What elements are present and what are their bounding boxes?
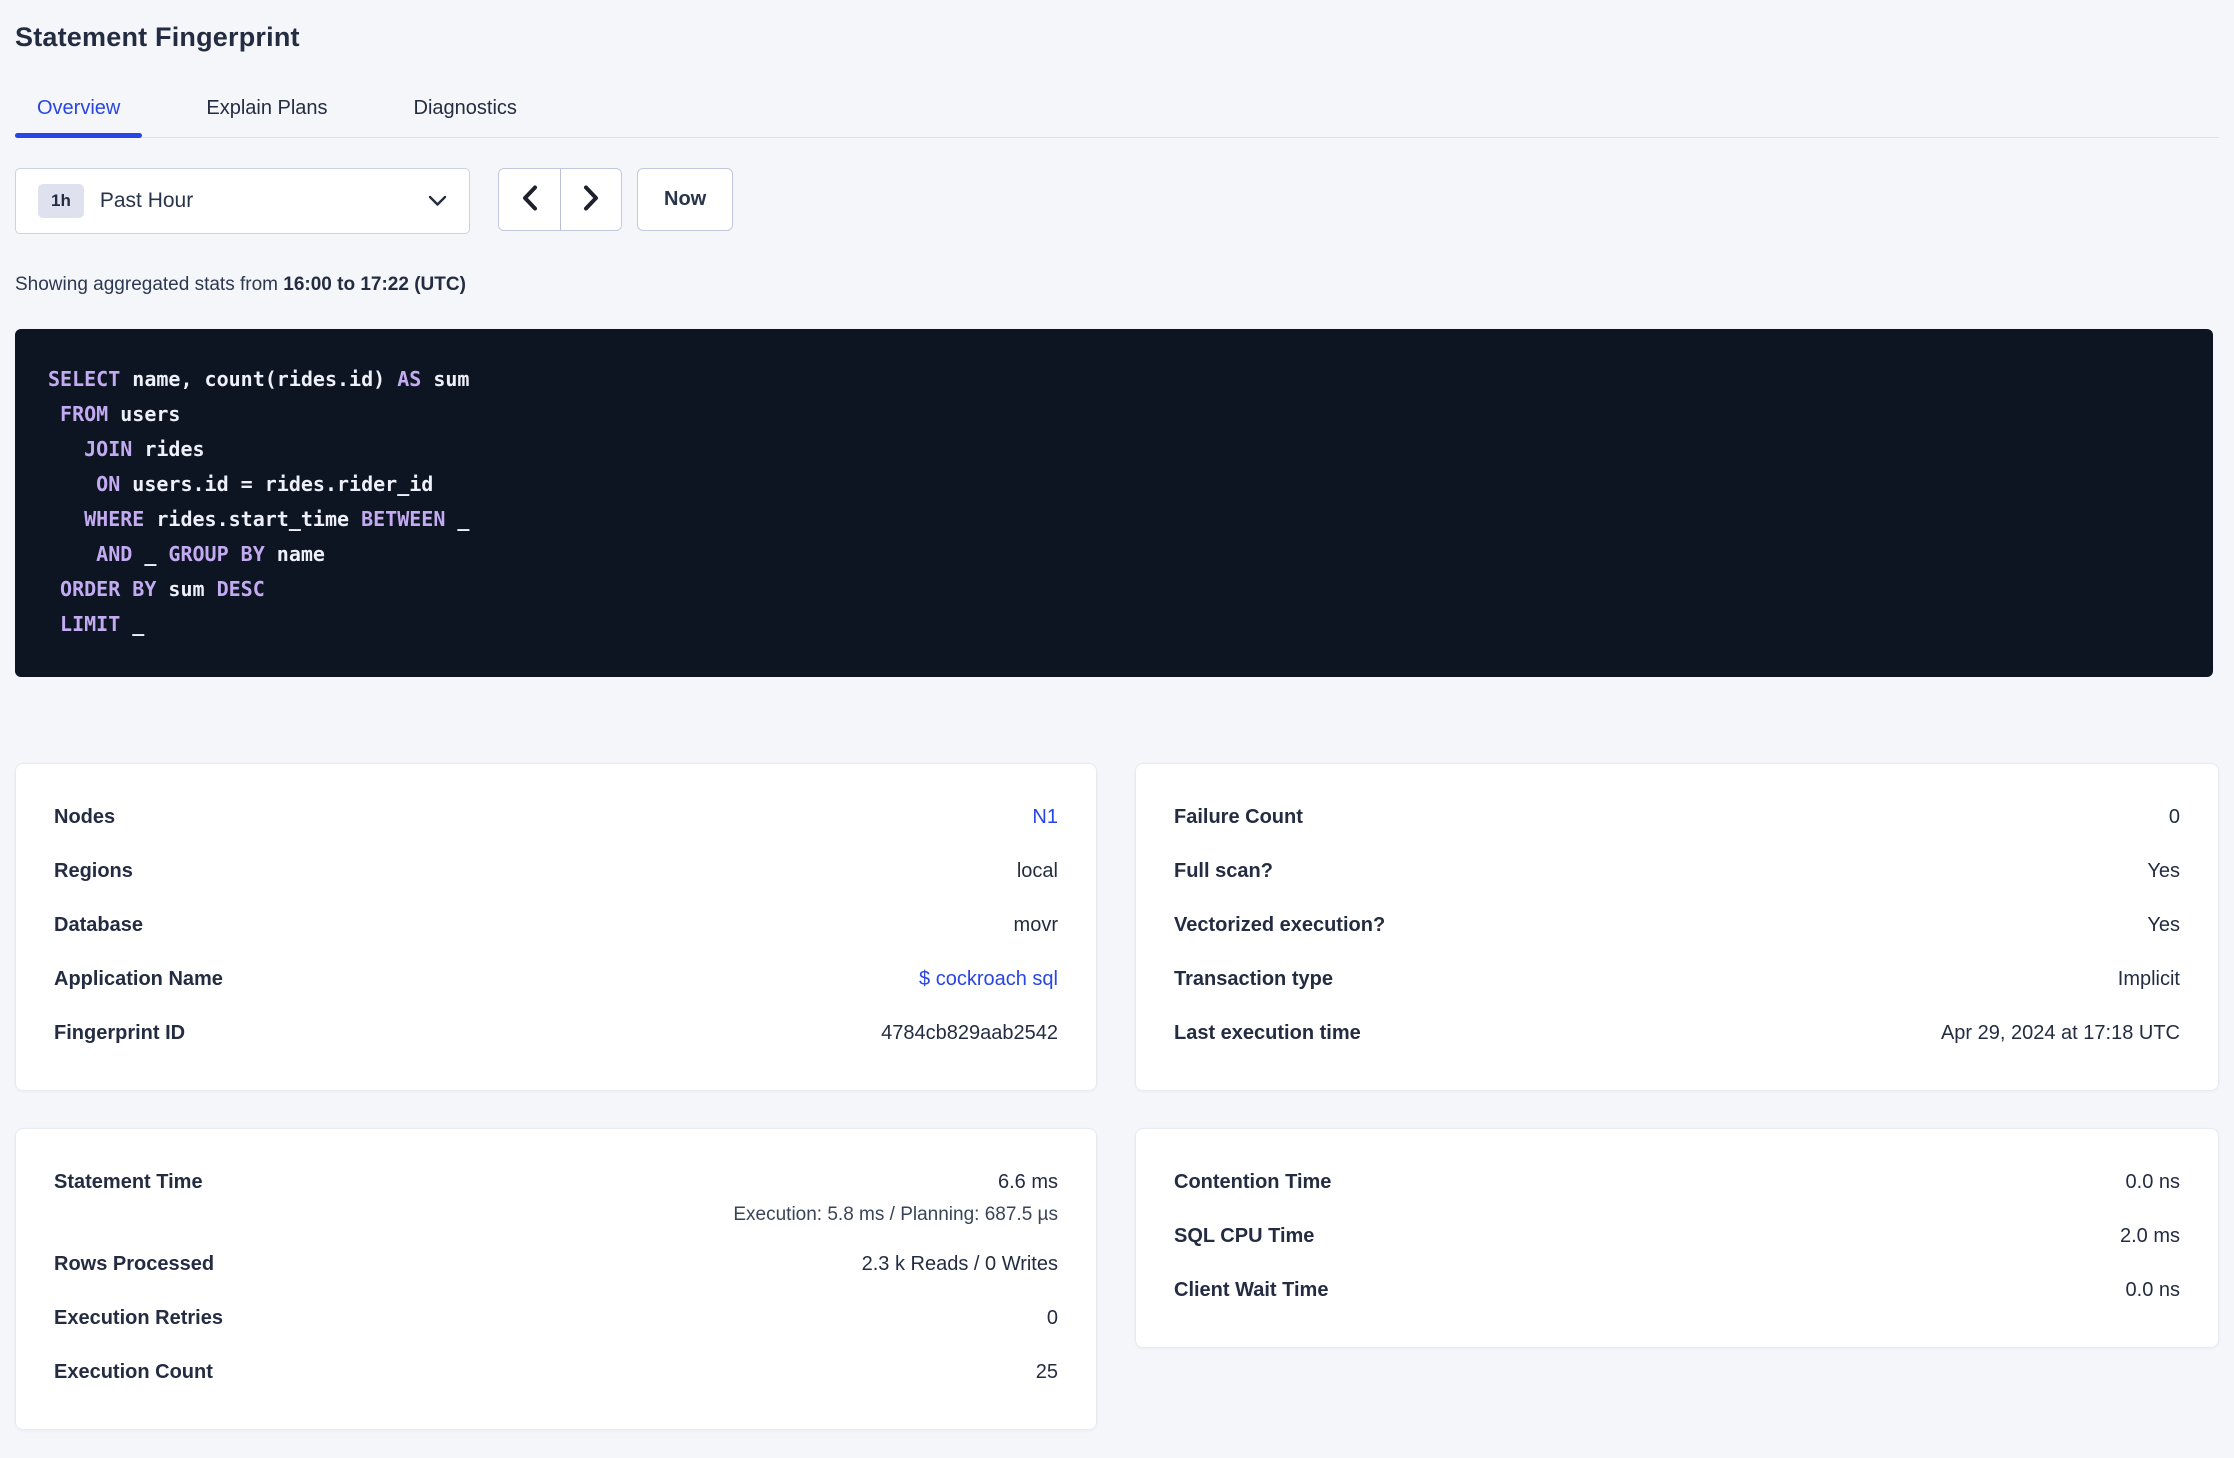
row-value: Apr 29, 2024 at 17:18 UTC: [1940, 1022, 2180, 1044]
row-value-link[interactable]: $ cockroach sql: [919, 966, 1058, 992]
statement-details-card: Nodes N1 Regions local Database movr Applicati…: [15, 763, 1097, 1091]
time-range-badge: 1h: [38, 184, 84, 218]
summary-row: Execution Count 25: [54, 1359, 1058, 1385]
time-range-dropdown[interactable]: 1h Past Hour: [15, 168, 470, 234]
statement-fingerprint-page: Statement Fingerprint Overview Explain P…: [0, 0, 2234, 1430]
page-title: Statement Fingerprint: [15, 22, 300, 52]
statement-timing-card: Statement Time 6.6 ms Execution: 5.8 ms / …: [15, 1128, 1097, 1430]
row-value: 0: [2168, 806, 2180, 828]
stats-prefix: Showing aggregated stats from: [15, 274, 284, 295]
row-value: local: [1016, 860, 1058, 882]
row-label: Regions: [54, 860, 133, 882]
row-value: 4784cb829aab2542: [881, 1022, 1058, 1044]
row-value: movr: [1013, 914, 1058, 936]
chevron-right-icon: [583, 185, 599, 214]
row-label: Fingerprint ID: [54, 1022, 186, 1044]
aggregated-stats-summary: Showing aggregated stats from 16:00 to 1…: [15, 274, 2219, 296]
chevron-left-icon: [522, 185, 538, 214]
summary-row: Failure Count 0: [1174, 804, 2180, 830]
row-value: 0.0 ns: [2125, 1279, 2180, 1301]
row-value: 0: [1046, 1307, 1058, 1329]
summary-row: Rows Processed 2.3 k Reads / 0 Writes: [54, 1251, 1058, 1277]
row-label: Application Name: [54, 968, 223, 990]
wait-timing-card: Contention Time 0.0 ns SQL CPU Time 2.0 ms C…: [1135, 1128, 2219, 1348]
previous-time-button[interactable]: [499, 169, 560, 230]
summary-row: Database movr: [54, 912, 1058, 938]
row-label: Vectorized execution?: [1174, 914, 1386, 936]
row-label: Full scan?: [1174, 860, 1273, 882]
row-value: 2.3 k Reads / 0 Writes: [861, 1253, 1058, 1275]
summary-row: Statement Time 6.6 ms: [54, 1169, 1058, 1195]
row-value: 25: [1035, 1361, 1058, 1383]
sql-statement-text: SELECT name, count(rides.id) AS sum FROM…: [48, 367, 470, 636]
row-label: Statement Time: [54, 1171, 203, 1193]
row-label: Failure Count: [1174, 806, 1303, 828]
row-value: 6.6 ms: [997, 1171, 1058, 1193]
sql-statement-block: SELECT name, count(rides.id) AS sum FROM…: [15, 329, 2213, 677]
time-controls: 1h Past Hour Now: [15, 168, 2219, 234]
time-step-button-group: [498, 168, 622, 231]
summary-row: Client Wait Time 0.0 ns: [1174, 1277, 2180, 1303]
summary-row: Full scan? Yes: [1174, 858, 2180, 884]
summary-row: Application Name $ cockroach sql: [54, 966, 1058, 992]
summary-row: Regions local: [54, 858, 1058, 884]
tab-explain-plans[interactable]: Explain Plans: [184, 97, 349, 137]
row-value-link[interactable]: N1: [1032, 804, 1058, 830]
summary-row: SQL CPU Time 2.0 ms: [1174, 1223, 2180, 1249]
summary-row: Nodes N1: [54, 804, 1058, 830]
summary-row: Transaction type Implicit: [1174, 966, 2180, 992]
summary-row: Vectorized execution? Yes: [1174, 912, 2180, 938]
tab-diagnostics[interactable]: Diagnostics: [392, 97, 539, 137]
overview-cards-row: Nodes N1 Regions local Database movr Applicati…: [15, 763, 2219, 1091]
summary-row: Last execution time Apr 29, 2024 at 17:18…: [1174, 1020, 2180, 1046]
next-time-button[interactable]: [560, 169, 621, 230]
row-value: 2.0 ms: [2119, 1225, 2180, 1247]
row-label: Execution Retries: [54, 1307, 223, 1329]
row-value: Implicit: [2117, 968, 2180, 990]
stats-time-range: 16:00 to 17:22 (UTC): [283, 274, 466, 295]
row-value: Yes: [2147, 914, 2180, 936]
row-label: Rows Processed: [54, 1253, 215, 1275]
summary-row: Contention Time 0.0 ns: [1174, 1169, 2180, 1195]
row-label: Transaction type: [1174, 968, 1333, 990]
row-subvalue: Execution: 5.8 ms / Planning: 687.5 µs: [733, 1204, 1058, 1225]
chevron-down-icon: [428, 195, 447, 207]
row-label: Last execution time: [1174, 1022, 1361, 1044]
timing-cards-row: Statement Time 6.6 ms Execution: 5.8 ms / …: [15, 1128, 2219, 1430]
summary-row: Execution Retries 0: [54, 1305, 1058, 1331]
summary-row: Fingerprint ID 4784cb829aab2542: [54, 1020, 1058, 1046]
now-button[interactable]: Now: [637, 168, 734, 231]
execution-attributes-card: Failure Count 0 Full scan? Yes Vectorized ex…: [1135, 763, 2219, 1091]
row-value: 0.0 ns: [2125, 1171, 2180, 1193]
tab-overview[interactable]: Overview: [15, 97, 143, 138]
row-label: Nodes: [54, 806, 116, 828]
row-label: Database: [54, 914, 143, 936]
time-range-label: Past Hour: [99, 189, 194, 212]
tab-bar: Overview Explain Plans Diagnostics: [15, 97, 2219, 138]
row-label: Execution Count: [54, 1361, 213, 1383]
row-label: Client Wait Time: [1174, 1279, 1329, 1301]
row-label: Contention Time: [1174, 1171, 1332, 1193]
row-label: SQL CPU Time: [1174, 1225, 1315, 1247]
row-value: Yes: [2147, 860, 2180, 882]
